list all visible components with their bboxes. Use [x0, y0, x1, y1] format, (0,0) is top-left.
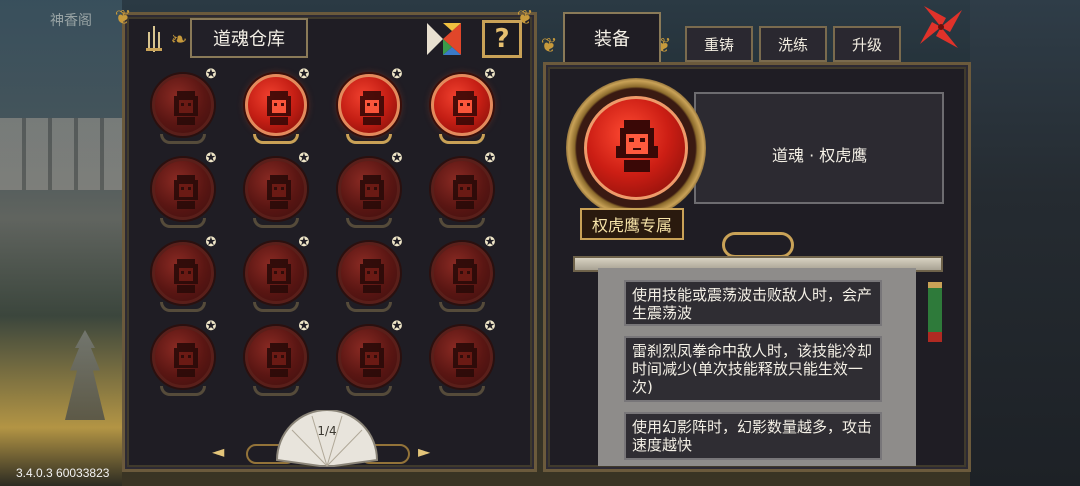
soul-slot[interactable]: ✪ — [223, 68, 309, 148]
soul-orb — [431, 242, 493, 304]
soul-face-icon — [267, 175, 291, 209]
soul-storage-title: 道魂仓库 — [190, 18, 308, 58]
soul-face-icon — [174, 343, 198, 377]
tab-upgrade[interactable]: 升级 — [833, 26, 901, 62]
soul-orb — [338, 326, 400, 388]
soul-slot[interactable]: ✪ — [130, 236, 216, 316]
soul-face-icon — [360, 91, 384, 125]
corner-ornament: ❦ — [114, 5, 132, 29]
prev-page-arrow-icon[interactable]: ◄ — [212, 442, 224, 461]
soul-face-icon — [453, 259, 477, 293]
soul-face-icon — [360, 343, 384, 377]
soul-slot[interactable]: ✪ — [223, 152, 309, 232]
star-icon: ✪ — [298, 151, 310, 166]
background-wall — [0, 118, 122, 190]
soul-orb — [152, 326, 214, 388]
star-icon: ✪ — [391, 151, 403, 166]
effect-text-1: 使用技能或震荡波击败敌人时，会产生震荡波 — [624, 280, 882, 326]
star-icon: ✪ — [298, 319, 310, 334]
soul-face-icon — [616, 120, 658, 172]
soul-slot[interactable]: ✪ — [316, 236, 402, 316]
star-icon: ✪ — [205, 67, 217, 82]
soul-orb — [245, 326, 307, 388]
soul-face-icon — [267, 259, 291, 293]
fan-pager-icon — [275, 410, 379, 467]
soul-orb — [245, 158, 307, 220]
soul-orb — [431, 326, 493, 388]
soul-face-icon — [453, 343, 477, 377]
jade-tassel-icon — [928, 282, 942, 342]
soul-slot[interactable]: ✪ — [409, 236, 495, 316]
soul-slot[interactable]: ✪ — [409, 152, 495, 232]
soul-slot[interactable]: ✪ — [130, 68, 216, 148]
soul-slot[interactable]: ✪ — [223, 320, 309, 400]
effect-text-2: 雷刹烈凤拳命中敌人时，该技能冷却时间减少(单次技能释放只能生效一次) — [624, 336, 882, 402]
title-ornament-icon: ❧ — [170, 27, 188, 51]
star-icon: ✪ — [484, 151, 496, 166]
soul-orb — [431, 158, 493, 220]
soul-face-icon — [267, 343, 291, 377]
effect-text-3: 使用幻影阵时，幻影数量越多，攻击速度越快 — [624, 412, 882, 460]
incense-icon — [146, 26, 162, 52]
soul-orb — [431, 74, 493, 136]
next-page-arrow-icon[interactable]: ► — [418, 442, 430, 461]
soul-slot[interactable]: ✪ — [316, 152, 402, 232]
soul-slot[interactable]: ✪ — [223, 236, 309, 316]
soul-face-icon — [453, 91, 477, 125]
soul-slot[interactable]: ✪ — [130, 152, 216, 232]
soul-face-icon — [267, 91, 291, 125]
tangram-icon — [427, 23, 461, 55]
soul-slot[interactable]: ✪ — [409, 68, 495, 148]
soul-face-icon — [174, 259, 198, 293]
tab-recast[interactable]: 重铸 — [685, 26, 753, 62]
star-icon: ✪ — [298, 67, 310, 82]
help-button[interactable]: ? — [482, 20, 522, 58]
tab-equip[interactable]: 装备 — [563, 12, 661, 62]
soul-orb — [152, 242, 214, 304]
background-scene-right — [970, 0, 1080, 486]
soul-slot[interactable]: ✪ — [409, 320, 495, 400]
star-icon: ✪ — [391, 235, 403, 250]
star-icon: ✪ — [298, 235, 310, 250]
soul-orb — [152, 74, 214, 136]
soul-face-icon — [453, 175, 477, 209]
soul-orb — [338, 74, 400, 136]
star-icon: ✪ — [484, 319, 496, 334]
soul-orb — [245, 74, 307, 136]
soul-orb — [338, 242, 400, 304]
star-icon: ✪ — [205, 151, 217, 166]
star-icon: ✪ — [391, 319, 403, 334]
soul-face-icon — [360, 175, 384, 209]
soul-face-icon — [174, 175, 198, 209]
soul-face-icon — [360, 259, 384, 293]
soul-face-icon — [174, 91, 198, 125]
exclusive-badge: 权虎鹰专属 — [580, 208, 684, 240]
page-indicator: 1/4 — [317, 424, 337, 438]
tab-refine[interactable]: 洗练 — [759, 26, 827, 62]
version-label: 3.4.0.3 60033823 — [16, 466, 110, 480]
soul-orb — [338, 158, 400, 220]
star-icon: ✪ — [484, 235, 496, 250]
soul-grid: ✪ ✪ ✪ ✪ ✪ ✪ ✪ ✪ ✪ ✪ ✪ ✪ ✪ ✪ ✪ ✪ — [130, 68, 530, 398]
star-icon: ✪ — [484, 67, 496, 82]
star-icon: ✪ — [205, 319, 217, 334]
soul-slot[interactable]: ✪ — [316, 320, 402, 400]
soul-orb — [152, 158, 214, 220]
soul-slot[interactable]: ✪ — [130, 320, 216, 400]
background-sign: 神香阁 — [50, 13, 92, 29]
star-icon: ✪ — [205, 235, 217, 250]
scroll-knot-ornament — [722, 232, 794, 258]
item-name: 道魂 · 权虎鹰 — [772, 146, 868, 165]
background-scene-left — [0, 0, 122, 486]
sort-button[interactable] — [424, 20, 464, 58]
close-pinwheel-icon[interactable] — [918, 4, 964, 50]
soul-slot[interactable]: ✪ — [316, 68, 402, 148]
soul-orb — [245, 242, 307, 304]
tab-ornament-icon: ❦ — [540, 33, 558, 57]
star-icon: ✪ — [391, 67, 403, 82]
